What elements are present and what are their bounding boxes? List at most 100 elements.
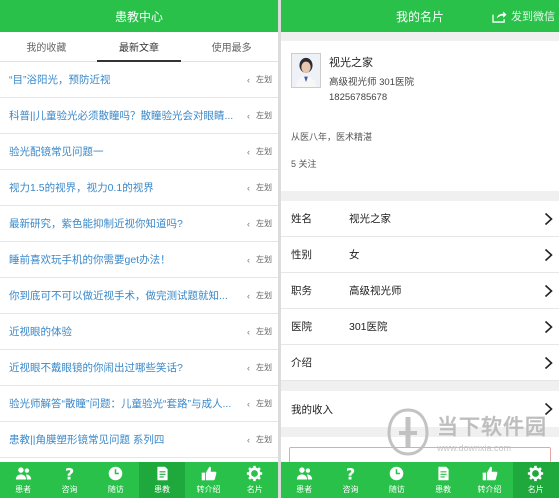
doctor-name: 视光之家 [329, 57, 373, 69]
list-item[interactable]: 最新研究，紫色能抑制近视你知道吗? ‹ 左划 [0, 206, 278, 242]
list-item[interactable]: 验光配镜常见问题一 ‹ 左划 [0, 134, 278, 170]
swipe-hint-label: 左划 [256, 75, 272, 84]
detail-row-intro[interactable]: 介绍 [281, 345, 559, 381]
swipe-hint-label: 左划 [256, 255, 272, 264]
detail-label: 职务 [291, 285, 312, 297]
nav-referral[interactable]: 转介绍 [185, 462, 231, 498]
nav-patients[interactable]: 患者 [281, 462, 327, 498]
nav-label: 患者 [296, 485, 313, 494]
list-item[interactable]: 视力1.5的视界，视力0.1的视界 ‹ 左划 [0, 170, 278, 206]
detail-label: 医院 [291, 321, 312, 333]
my-income-row[interactable]: 我的收入 [281, 391, 559, 427]
nav-card[interactable]: 名片 [232, 462, 278, 498]
clock-icon [109, 466, 123, 481]
list-item[interactable]: 科普||儿童验光必须散瞳吗？散瞳验光会对眼睛... ‹ 左划 [0, 98, 278, 134]
article-title: 最新研究，紫色能抑制近视你知道吗? [9, 218, 183, 230]
swipe-hint: ‹ 左划 [242, 182, 278, 193]
article-title: 视力1.5的视界，视力0.1的视界 [9, 182, 154, 194]
nav-patients[interactable]: 患者 [0, 462, 46, 498]
detail-label: 性别 [291, 249, 312, 261]
nav-consult[interactable]: ? 咨询 [46, 462, 92, 498]
detail-row-name[interactable]: 姓名 视光之家 [281, 201, 559, 237]
detail-row-position[interactable]: 职务 高级视光师 [281, 273, 559, 309]
income-section: 我的收入 [281, 391, 559, 427]
nav-card[interactable]: 名片 [512, 462, 559, 498]
detail-row-hospital[interactable]: 医院 301医院 [281, 309, 559, 345]
swipe-hint: ‹ 左划 [242, 434, 278, 445]
chevron-left-icon: ‹ [247, 290, 250, 301]
nav-referral[interactable]: 转介绍 [466, 462, 512, 498]
gear-icon [247, 465, 263, 482]
list-item[interactable]: 你到底可不可以做近视手术，做完测试题就知... ‹ 左划 [0, 278, 278, 314]
tab-most-used[interactable]: 使用最多 [185, 32, 278, 61]
swipe-hint: ‹ 左划 [242, 146, 278, 157]
share-label: 发到微信 [511, 11, 555, 23]
svg-text:?: ? [65, 465, 74, 482]
chevron-left-icon: ‹ [247, 398, 250, 409]
detail-value: 女 [349, 249, 360, 261]
doctor-position: 高级视光师 301医院 [329, 77, 414, 88]
article-title: 验光师解答“散瞳”问题：儿童验光“套路”与成人... [9, 398, 232, 410]
swipe-hint-label: 左划 [256, 291, 272, 300]
profile-card: 视光之家 高级视光师 301医院 18256785678 从医八年，医术精湛 5… [281, 41, 559, 191]
follow-count: 5 关注 [291, 159, 317, 169]
detail-value: 视光之家 [349, 213, 391, 225]
chevron-right-icon [544, 248, 553, 261]
list-item[interactable]: 患教||角膜塑形镜常见问题 系列四 ‹ 左划 [0, 422, 278, 458]
detail-list: 姓名 视光之家 性别 女 职务 高级视光师 医院 301医院 介绍 [281, 201, 559, 381]
nav-label: 患教 [435, 485, 452, 494]
chevron-left-icon: ‹ [247, 182, 250, 193]
swipe-hint: ‹ 左划 [242, 218, 278, 229]
chevron-left-icon: ‹ [247, 434, 250, 445]
list-item[interactable]: 近视眼的体验 ‹ 左划 [0, 314, 278, 350]
nav-label: 患者 [15, 485, 32, 494]
nav-label: 名片 [527, 485, 544, 494]
share-to-wechat-button[interactable]: 发到微信 [492, 0, 555, 32]
chevron-right-icon [544, 284, 553, 297]
swipe-hint-label: 左划 [256, 363, 272, 372]
nav-label: 咨询 [61, 485, 78, 494]
top-bar: 我的名片 发到微信 [281, 0, 559, 32]
detail-label: 介绍 [291, 357, 312, 369]
tab-label: 最新文章 [119, 43, 159, 54]
document-icon [438, 466, 449, 481]
swipe-hint-label: 左划 [256, 399, 272, 408]
nav-label: 名片 [246, 485, 263, 494]
article-title: “目”浴阳光，预防近视 [9, 74, 111, 86]
article-title: 你到底可不可以做近视手术，做完测试题就知... [9, 290, 228, 302]
list-item[interactable]: 近视眼不戴眼镜的你闹出过哪些笑话? ‹ 左划 [0, 350, 278, 386]
swipe-hint: ‹ 左划 [242, 326, 278, 337]
detail-row-gender[interactable]: 性别 女 [281, 237, 559, 273]
swipe-hint-label: 左划 [256, 111, 272, 120]
list-item[interactable]: “目”浴阳光，预防近视 ‹ 左划 [0, 62, 278, 98]
nav-followup[interactable]: 随访 [374, 462, 420, 498]
chevron-left-icon: ‹ [247, 254, 250, 265]
tab-latest-articles[interactable]: 最新文章 [93, 32, 186, 62]
swipe-hint-label: 左划 [256, 147, 272, 156]
nav-label: 转介绍 [477, 485, 502, 494]
nav-education[interactable]: 患教 [138, 462, 186, 498]
list-item[interactable]: 睡前喜欢玩手机的你需要get办法！ ‹ 左划 [0, 242, 278, 278]
nav-label: 转介绍 [196, 485, 221, 494]
nav-education[interactable]: 患教 [420, 462, 466, 498]
swipe-hint: ‹ 左划 [242, 290, 278, 301]
tab-my-favorites[interactable]: 我的收藏 [0, 32, 93, 61]
chevron-left-icon: ‹ [247, 74, 250, 85]
thumbs-up-icon [482, 466, 498, 481]
list-item[interactable]: 验光师解答“散瞳”问题：儿童验光“套路”与成人... ‹ 左划 [0, 386, 278, 422]
nav-followup[interactable]: 随访 [93, 462, 139, 498]
question-icon: ? [346, 465, 355, 482]
nav-consult[interactable]: ? 咨询 [327, 462, 373, 498]
bottom-nav: 患者 ? 咨询 随访 患教 转介绍 名片 [281, 462, 559, 498]
chevron-left-icon: ‹ [247, 146, 250, 157]
swipe-hint-label: 左划 [256, 219, 272, 228]
chevron-right-icon [544, 356, 553, 369]
swipe-hint-label: 左划 [256, 435, 272, 444]
article-title: 睡前喜欢玩手机的你需要get办法！ [9, 254, 171, 266]
article-title: 近视眼不戴眼镜的你闹出过哪些笑话? [9, 362, 183, 374]
swipe-hint-label: 左划 [256, 183, 272, 192]
article-list: “目”浴阳光，预防近视 ‹ 左划 科普||儿童验光必须散瞳吗？散瞳验光会对眼睛...… [0, 62, 278, 458]
page-title: 患教中心 [114, 9, 163, 24]
swipe-hint: ‹ 左划 [242, 74, 278, 85]
chevron-right-icon [544, 212, 553, 225]
